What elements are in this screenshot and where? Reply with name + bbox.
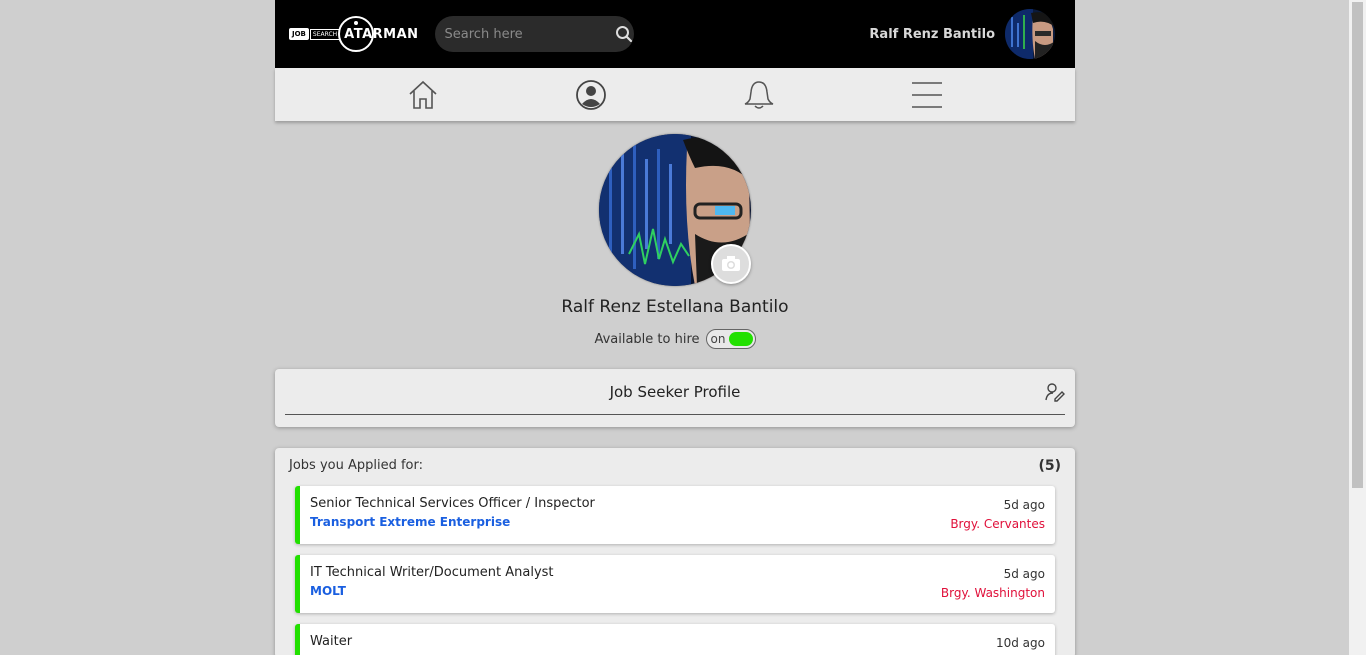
- hire-label: Available to hire: [594, 331, 700, 347]
- menu-icon: [912, 81, 942, 108]
- job-location: Brgy. Washington: [940, 586, 1045, 600]
- page-scrollbar[interactable]: [1349, 0, 1366, 655]
- profile-icon: [576, 79, 606, 110]
- nav-bar: [275, 68, 1075, 121]
- profile-full-name: Ralf Renz Estellana Bantilo: [561, 297, 789, 317]
- search-input[interactable]: [444, 26, 615, 42]
- jobs-applied-label: Jobs you Applied for:: [289, 458, 423, 473]
- job-location: Brgy. Cervantes: [950, 517, 1045, 531]
- job-card[interactable]: Waiter 10d ago: [295, 624, 1055, 655]
- job-title: IT Technical Writer/Document Analyst: [310, 565, 554, 580]
- job-company[interactable]: MOLT: [310, 584, 1045, 598]
- toggle-state: on: [710, 332, 726, 346]
- bell-icon: [744, 80, 774, 109]
- seeker-title: Job Seeker Profile: [609, 383, 741, 401]
- search-icon[interactable]: [615, 24, 633, 44]
- user-menu[interactable]: Ralf Renz Bantilo: [869, 9, 1055, 59]
- job-company[interactable]: Transport Extreme Enterprise: [310, 515, 1045, 529]
- job-posted-ago: 10d ago: [995, 636, 1045, 650]
- job-card[interactable]: IT Technical Writer/Document Analyst MOL…: [295, 555, 1055, 613]
- top-bar: JOB SEARCH ATARMAN Ralf Renz Bantilo: [275, 0, 1075, 68]
- job-posted-ago: 5d ago: [1003, 567, 1045, 581]
- hire-toggle[interactable]: on: [705, 329, 756, 349]
- camera-icon: [722, 256, 740, 271]
- avatar[interactable]: [1005, 9, 1055, 59]
- divider: [285, 414, 1065, 415]
- user-name: Ralf Renz Bantilo: [869, 26, 995, 42]
- change-photo-button[interactable]: [711, 244, 751, 284]
- scrollbar-thumb[interactable]: [1352, 2, 1363, 488]
- job-posted-ago: 5d ago: [1003, 498, 1045, 512]
- job-title: Senior Technical Services Officer / Insp…: [310, 496, 595, 511]
- nav-profile[interactable]: [571, 75, 611, 115]
- toggle-knob: [728, 332, 753, 346]
- search-bar: [434, 16, 634, 52]
- jobs-applied-card: Jobs you Applied for: (5) Senior Technic…: [275, 448, 1075, 655]
- available-to-hire: Available to hire on: [275, 329, 1075, 349]
- nav-menu[interactable]: [907, 75, 947, 115]
- logo-prefix: JOB: [289, 28, 309, 40]
- logo[interactable]: JOB SEARCH ATARMAN: [289, 14, 419, 54]
- job-card[interactable]: Senior Technical Services Officer / Insp…: [295, 486, 1055, 544]
- nav-home[interactable]: [403, 75, 443, 115]
- nav-notifications[interactable]: [739, 75, 779, 115]
- logo-mid: SEARCH: [309, 28, 341, 40]
- edit-profile-icon[interactable]: [1045, 382, 1065, 402]
- profile-section: Ralf Renz Estellana Bantilo Available to…: [275, 134, 1075, 349]
- logo-ring-icon: [338, 16, 375, 52]
- job-title: Waiter: [310, 634, 353, 649]
- home-icon: [409, 80, 437, 109]
- job-seeker-profile-card: Job Seeker Profile: [275, 369, 1075, 427]
- jobs-applied-header: Jobs you Applied for: (5): [289, 458, 1061, 474]
- jobs-applied-count: (5): [1038, 458, 1061, 474]
- app-container: JOB SEARCH ATARMAN Ralf Renz Bantilo: [275, 0, 1075, 655]
